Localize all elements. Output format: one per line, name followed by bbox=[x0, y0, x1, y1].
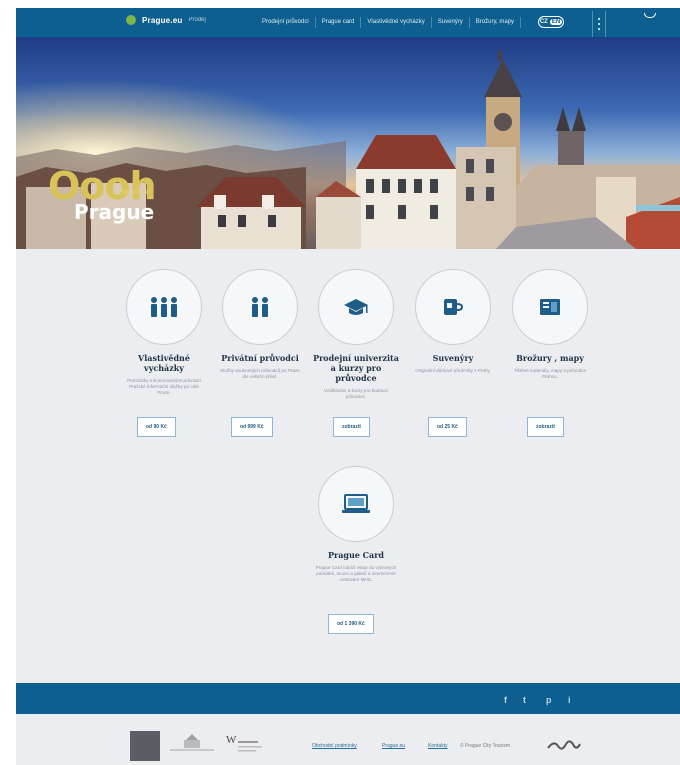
site-logo[interactable]: Prague.eu Prodej bbox=[126, 15, 206, 25]
group-walk-icon bbox=[151, 297, 177, 317]
graduation-cap-icon bbox=[344, 299, 368, 315]
card-button-wrap: zobrazit bbox=[527, 415, 564, 437]
footer-link-obchodni-podminky[interactable]: Obchodní podmínky bbox=[312, 743, 357, 749]
card-description: Vzdělávání a kurzy pro budoucí průvodce. bbox=[323, 388, 389, 399]
card-prodejni-univerzita: Prodejní univerzita a kurzy pro průvodce… bbox=[310, 269, 402, 400]
nav-item-prague-card[interactable]: Prague card bbox=[316, 17, 362, 28]
partner-logo-script-icon[interactable] bbox=[546, 738, 582, 752]
card-title: Brožury , mapy bbox=[516, 353, 584, 363]
partner-logo-city[interactable] bbox=[130, 731, 160, 761]
card-prague-card: Prague Card Prague Card nabízí vstup do … bbox=[310, 466, 402, 583]
hero-banner: Oooh Prague Pod vámi bbox=[16, 37, 680, 249]
nav-item-prodejni-pruvodci[interactable]: Prodejní průvodci bbox=[256, 17, 316, 28]
card-title: Suvenýry bbox=[432, 353, 474, 363]
card-icon-circle[interactable] bbox=[318, 466, 394, 542]
nav-item-vlastivedne-vychazky[interactable]: Vlastivědné vycházky bbox=[361, 17, 432, 28]
card-brozury-mapy: Brožury , mapy Tištěné materiály, mapy a… bbox=[504, 269, 596, 380]
mug-icon bbox=[444, 299, 463, 315]
bookmark-ribbon-icon[interactable] bbox=[638, 8, 660, 22]
card-price-button[interactable]: od 25 Kč bbox=[428, 417, 467, 437]
card-icon-circle[interactable] bbox=[512, 269, 588, 345]
language-alt: EN bbox=[549, 19, 563, 25]
oooh-prague-logo: Oooh Prague Pod vámi bbox=[48, 167, 157, 224]
card-description: Prague Card nabízí vstup do vybraných pa… bbox=[315, 565, 397, 582]
card-laptop-icon bbox=[342, 494, 370, 513]
svg-text:W: W bbox=[226, 734, 237, 746]
footer-link-kontakty[interactable]: Kontakty bbox=[428, 743, 447, 749]
guide-pair-icon bbox=[252, 297, 268, 317]
map-book-icon bbox=[540, 299, 560, 315]
card-show-button[interactable]: zobrazit bbox=[527, 417, 564, 437]
page: Prague.eu Prodej Prodejní průvodci Pragu… bbox=[0, 0, 680, 765]
footer-copyright: © Prague City Tourism bbox=[460, 743, 510, 749]
language-toggle[interactable]: CZ EN bbox=[538, 16, 564, 28]
logo-name: Prague.eu bbox=[142, 15, 183, 25]
card-title: Prague Card bbox=[327, 550, 385, 560]
logo-prague-text: Prague bbox=[74, 200, 155, 224]
facebook-icon[interactable]: f bbox=[504, 695, 507, 705]
card-price-button[interactable]: od 1 390 Kč bbox=[328, 614, 374, 634]
language-current: CZ bbox=[539, 19, 548, 25]
card-title: Privátní průvodci bbox=[221, 353, 299, 363]
card-icon-circle[interactable] bbox=[126, 269, 202, 345]
card-title: Prodejní univerzita a kurzy pro průvodce bbox=[313, 353, 399, 383]
card-button-wrap: zobrazit bbox=[333, 415, 370, 437]
logo-sub: Prodej bbox=[188, 17, 206, 23]
logo-mark-icon bbox=[126, 15, 136, 25]
card-privatni-pruvodci: Privátní průvodci Služby soukromých prův… bbox=[214, 269, 306, 380]
card-price-button[interactable]: od 90 Kč bbox=[137, 417, 176, 437]
card-description: Procházky s licencovanými průvodci Pražs… bbox=[127, 378, 201, 395]
card-button-wrap: od 90 Kč bbox=[137, 415, 176, 437]
card-show-button[interactable]: zobrazit bbox=[333, 417, 370, 437]
instagram-icon[interactable]: i bbox=[568, 695, 571, 705]
card-description: Originální dárkové předměty z Prahy. bbox=[415, 368, 491, 373]
nav-item-brozury-mapy[interactable]: Brožury, mapy bbox=[470, 17, 522, 28]
card-icon-circle[interactable] bbox=[415, 269, 491, 345]
card-description: Tištěné materiály, mapy a průvodce Praho… bbox=[513, 368, 587, 379]
card-suvenyry: Suvenýry Originální dárkové předměty z P… bbox=[407, 269, 499, 374]
card-icon-circle[interactable] bbox=[222, 269, 298, 345]
top-navigation-bar: Prague.eu Prodej Prodejní průvodci Pragu… bbox=[16, 8, 680, 37]
main-nav: Prodejní průvodci Prague card Vlastivědn… bbox=[256, 17, 522, 28]
footer-link-prague-eu[interactable]: Prague.eu bbox=[382, 743, 405, 749]
card-button-wrap: od 25 Kč bbox=[428, 415, 467, 437]
logo-tagline: Pod vámi bbox=[118, 189, 148, 196]
pinterest-icon[interactable]: p bbox=[546, 695, 552, 705]
twitter-icon[interactable]: t bbox=[523, 695, 526, 705]
card-button-wrap: od 1 390 Kč bbox=[328, 612, 374, 634]
partner-logo-prague-icon[interactable]: W bbox=[224, 732, 280, 756]
card-button-wrap: od 999 Kč bbox=[231, 415, 273, 437]
card-price-button[interactable]: od 999 Kč bbox=[231, 417, 273, 437]
card-vlastivedne-vychazky: Vlastivědné vycházky Procházky s licenco… bbox=[118, 269, 210, 396]
nav-item-suvenyry[interactable]: Suvenýry bbox=[432, 17, 470, 28]
footer-social-bar: f t p i bbox=[16, 683, 680, 714]
partner-logo-building-icon[interactable] bbox=[170, 732, 214, 754]
card-icon-circle[interactable] bbox=[318, 269, 394, 345]
card-description: Služby soukromých průvodců po Praze dle … bbox=[220, 368, 300, 379]
more-menu-icon[interactable] bbox=[592, 11, 606, 37]
card-title: Vlastivědné vycházky bbox=[138, 353, 190, 373]
